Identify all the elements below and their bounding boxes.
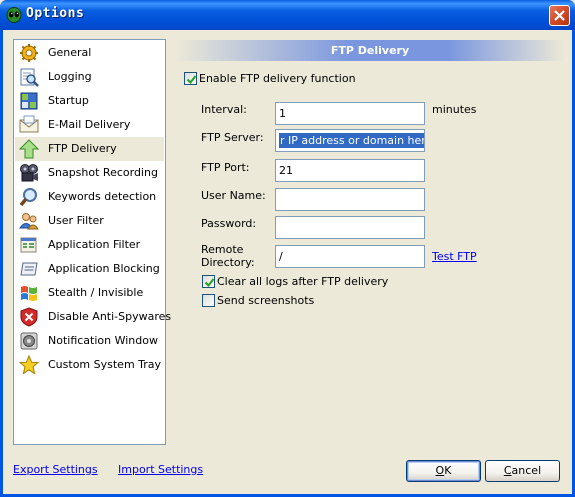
section-header: FTP Delivery [175,40,565,61]
test-ftp-link[interactable]: Test FTP [432,250,477,263]
cancel-label-rest: ancel [511,464,542,477]
send-screenshots-checkbox[interactable] [202,294,215,307]
ftp-port-value: 21 [279,164,293,177]
notification-icon [20,332,38,350]
ftp-server-label: FTP Server: [201,131,264,144]
sidebar-item-ftp-delivery[interactable]: FTP Delivery [15,137,164,161]
user-name-input[interactable] [275,188,425,211]
gear-icon [20,44,38,62]
remote-directory-label-line1: Remote [201,243,244,256]
import-settings-link[interactable]: Import Settings [118,463,203,476]
sidebar-item-label: E-Mail Delivery [48,118,131,131]
magnifier-document-icon [20,68,39,87]
star-icon [19,355,39,375]
sidebar-nav: General Logging Startup E-Mail Delivery … [13,39,171,445]
enable-ftp-checkbox[interactable] [184,72,197,85]
sidebar-item-label: Startup [48,94,89,107]
remote-directory-value: / [279,250,283,263]
send-screenshots-label[interactable]: Send screenshots [217,294,314,307]
sidebar-item-startup[interactable]: Startup [15,89,164,113]
sidebar-item-application-filter[interactable]: Application Filter [15,233,164,257]
sidebar-item-label: Application Blocking [48,262,160,275]
ok-button[interactable]: OK [406,460,481,482]
interval-unit: minutes [432,103,477,116]
up-arrow-icon [19,139,39,159]
sidebar-item-snapshot-recording[interactable]: Snapshot Recording [15,161,164,185]
sidebar-item-user-filter[interactable]: User Filter [15,209,164,233]
password-input[interactable] [275,216,425,239]
enable-ftp-label[interactable]: Enable FTP delivery function [199,72,356,85]
app-blocking-icon [20,262,38,276]
sidebar-item-label: Logging [48,70,92,83]
window-title: Options [26,6,85,21]
windows-flag-icon [21,286,37,301]
ftp-server-input[interactable]: r IP address or domain here> [275,129,425,152]
ftp-port-input[interactable]: 21 [275,159,425,182]
remote-directory-input[interactable]: / [275,245,425,268]
sidebar-item-label: Stealth / Invisible [48,286,144,299]
export-settings-link[interactable]: Export Settings [13,463,98,476]
user-name-label: User Name: [201,189,266,202]
ok-label-rest: K [444,464,452,477]
sidebar-item-custom-system-tray[interactable]: Custom System Tray [15,353,164,377]
sidebar-item-label: Application Filter [48,238,141,251]
checkmark-icon [204,278,215,288]
sidebar-item-notification-window[interactable]: Notification Window [15,329,164,353]
title-bar[interactable]: Options [0,0,575,30]
sidebar-item-label: FTP Delivery [48,142,117,155]
clear-logs-checkbox[interactable] [202,275,215,288]
options-window: Options General Logging Startup E-Mail D… [0,0,575,497]
ftp-port-label: FTP Port: [201,161,250,174]
interval-value: 1 [279,107,286,120]
sidebar-item-label: Disable Anti-Spywares [48,310,172,323]
interval-label: Interval: [201,103,247,116]
sidebar-item-label: General [48,46,92,59]
sidebar-item-label: Snapshot Recording [48,166,158,179]
app-filter-icon [20,237,37,253]
sidebar-item-label: Keywords detection [48,190,157,203]
sidebar-item-stealth-invisible[interactable]: Stealth / Invisible [15,281,164,305]
close-button[interactable] [549,5,570,26]
dialog-body: General Logging Startup E-Mail Delivery … [3,30,572,494]
cancel-mnemonic: C [503,464,512,477]
users-icon [19,213,39,230]
sidebar-item-application-blocking[interactable]: Application Blocking [15,257,164,281]
sidebar-item-label: Notification Window [48,334,158,347]
ftp-server-value: r IP address or domain here> [279,133,424,148]
clear-logs-label[interactable]: Clear all logs after FTP delivery [217,275,388,288]
interval-input[interactable]: 1 [275,102,425,125]
sidebar-item-general[interactable]: General [15,41,164,65]
envelope-icon [19,115,39,133]
sidebar-item-label: User Filter [48,214,104,227]
checkmark-icon [186,75,197,85]
app-alien-icon [6,7,22,23]
magnifier-icon [19,188,37,207]
sidebar-item-label: Custom System Tray [48,358,162,371]
camera-reel-icon [20,164,38,182]
remote-directory-label-line2: Directory: [201,256,255,269]
sidebar-item-email-delivery[interactable]: E-Mail Delivery [15,113,164,137]
close-icon [554,10,565,21]
sidebar-item-keywords-detection[interactable]: Keywords detection [15,185,164,209]
password-label: Password: [201,217,257,230]
cancel-button[interactable]: Cancel [485,460,560,482]
ok-mnemonic: O [435,464,445,477]
sidebar-item-logging[interactable]: Logging [15,65,164,89]
shield-icon [20,307,38,327]
startup-icon [20,92,38,110]
sidebar-item-disable-anti-spywares[interactable]: Disable Anti-Spywares [15,305,171,329]
